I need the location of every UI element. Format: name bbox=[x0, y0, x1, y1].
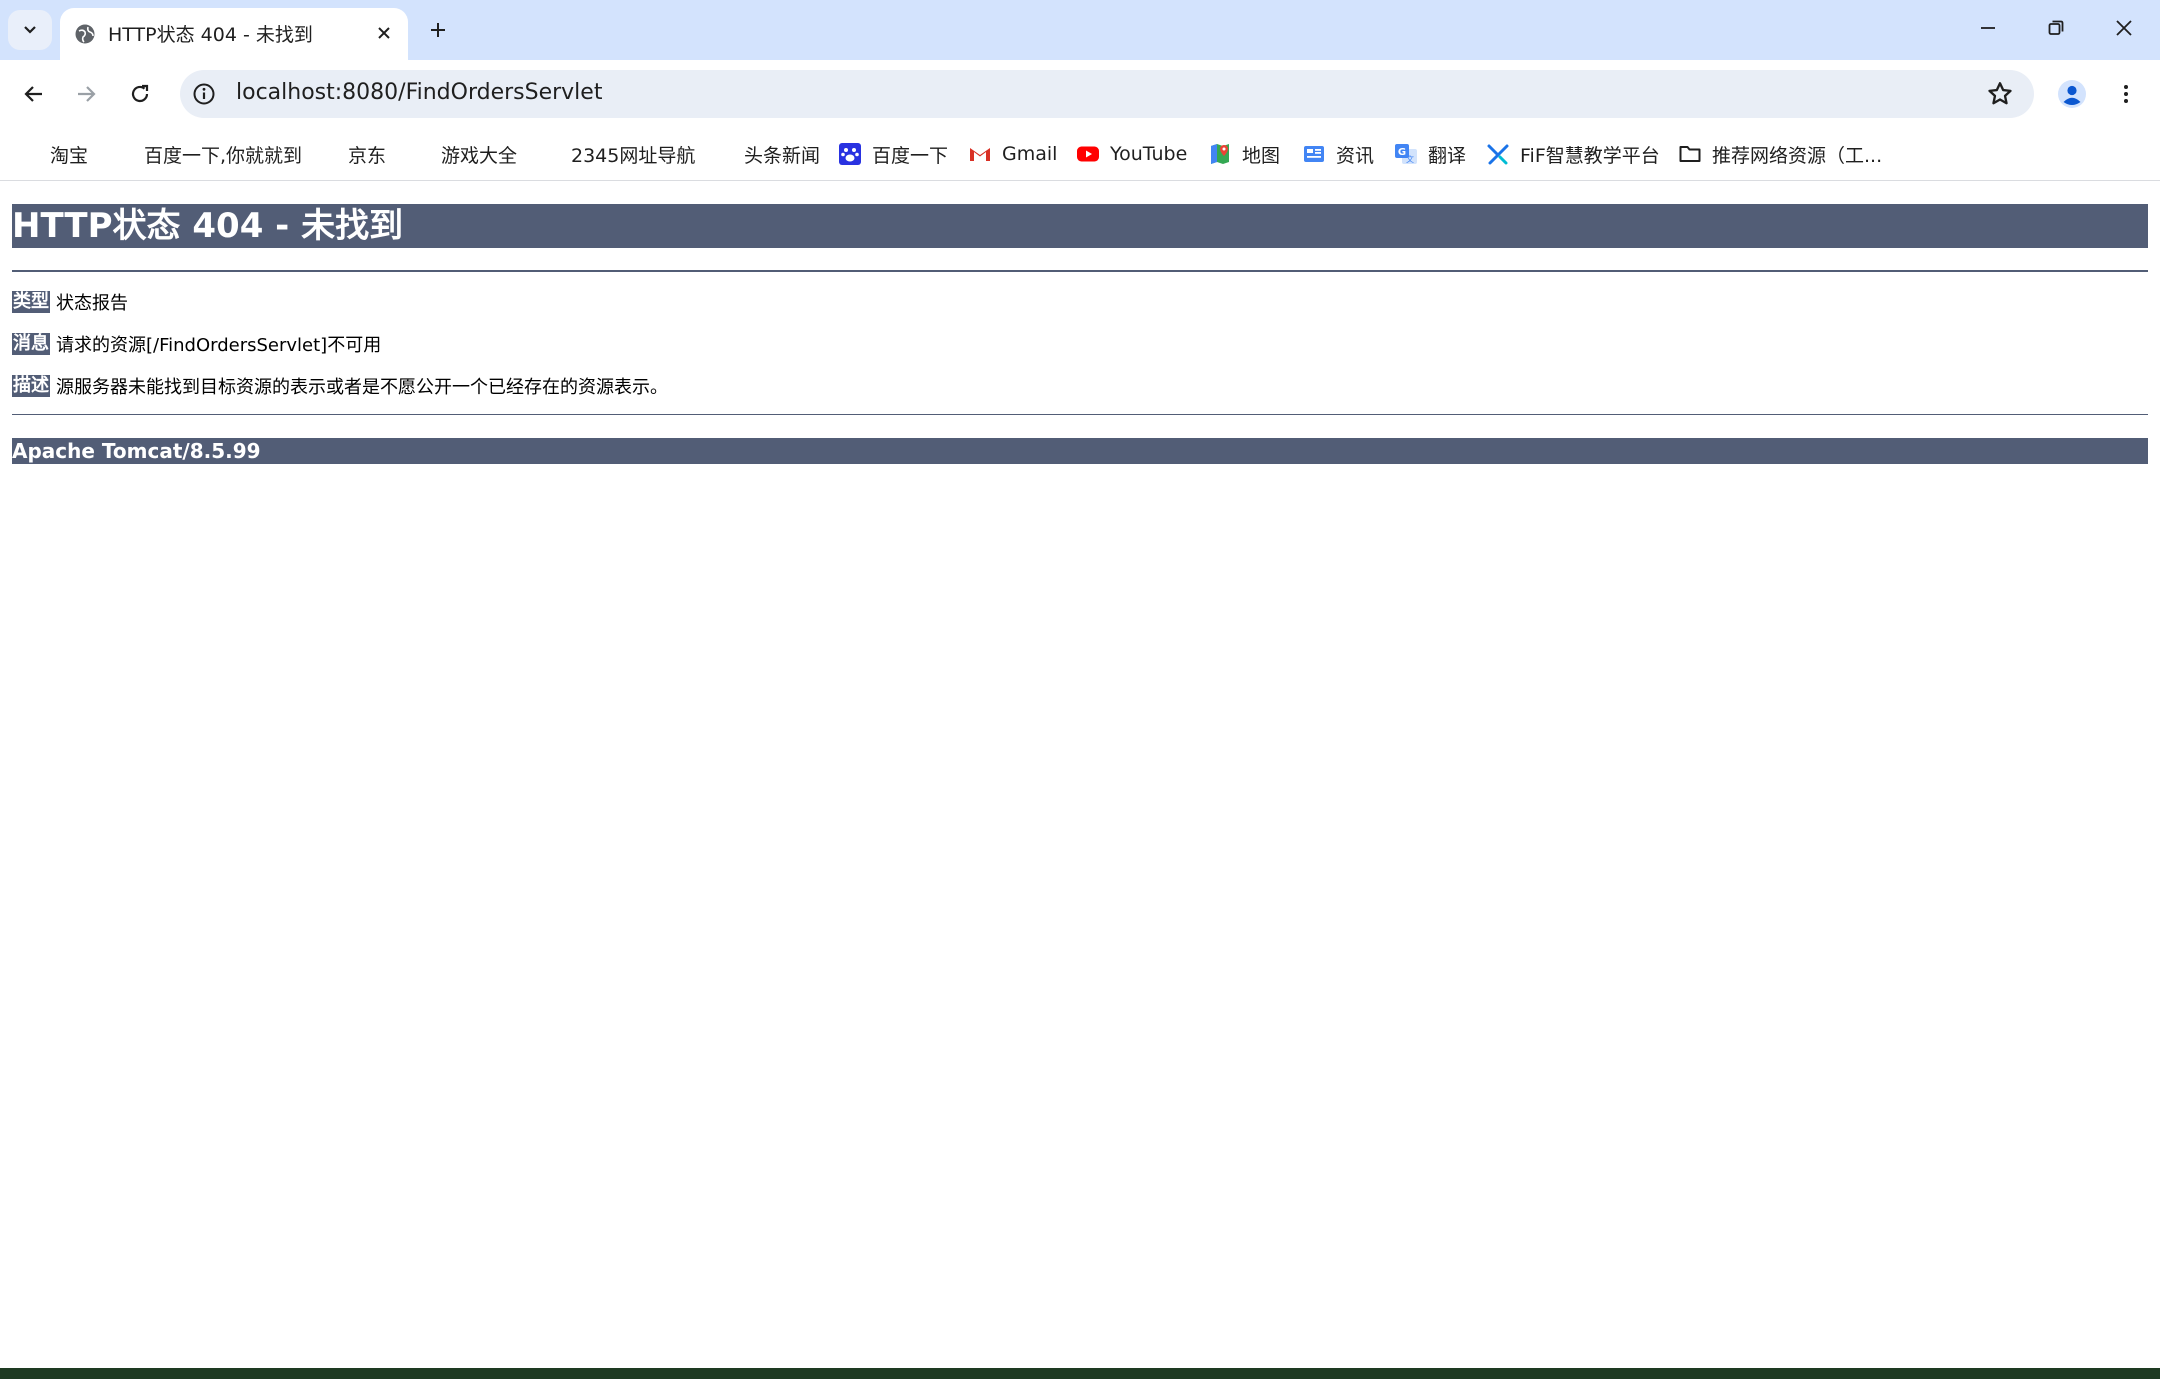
description-row: 描述 源服务器未能找到目标资源的表示或者是不愿公开一个已经存在的资源表示。 bbox=[12, 373, 668, 399]
restore-icon bbox=[2048, 20, 2064, 35]
bookmark-folder-resources[interactable]: 推荐网络资源（工... bbox=[1678, 140, 1882, 168]
bookmark-baidu[interactable]: 百度一下 bbox=[838, 140, 948, 168]
forward-button[interactable] bbox=[66, 74, 106, 114]
arrow-right-icon bbox=[78, 86, 96, 102]
bookmark-news[interactable]: 资讯 bbox=[1302, 140, 1374, 168]
description-value: 源服务器未能找到目标资源的表示或者是不愿公开一个已经存在的资源表示。 bbox=[56, 377, 668, 398]
globe-icon bbox=[75, 24, 95, 44]
arrow-left-icon bbox=[24, 86, 42, 102]
message-label: 消息 bbox=[12, 333, 50, 355]
news-icon bbox=[1302, 142, 1326, 166]
url-text[interactable]: localhost:8080/FindOrdersServlet bbox=[236, 80, 602, 105]
minimize-icon bbox=[1981, 27, 1995, 29]
taskbar-edge bbox=[0, 1368, 2160, 1379]
svg-text:文: 文 bbox=[1406, 154, 1414, 164]
avatar-icon bbox=[2058, 80, 2086, 108]
type-row: 类型 状态报告 bbox=[12, 289, 128, 315]
profile-button[interactable] bbox=[2052, 74, 2092, 114]
bookmark-youtube[interactable]: YouTube bbox=[1076, 140, 1187, 168]
bookmark-star-icon[interactable] bbox=[1986, 80, 2014, 108]
bookmark-translate[interactable]: G 文 翻译 bbox=[1394, 140, 1466, 168]
bookmark-maps[interactable]: 地图 bbox=[1208, 140, 1280, 168]
bookmark-gmail[interactable]: Gmail bbox=[968, 140, 1057, 168]
bookmark-games[interactable]: 游戏大全 bbox=[441, 140, 517, 168]
plus-icon bbox=[431, 23, 445, 37]
reload-icon bbox=[131, 84, 149, 103]
maps-icon bbox=[1208, 142, 1232, 166]
type-label: 类型 bbox=[12, 291, 50, 313]
tab-title: HTTP状态 404 - 未找到 bbox=[108, 24, 313, 46]
gmail-icon bbox=[968, 142, 992, 166]
chevron-down-icon bbox=[24, 26, 36, 34]
svg-text:G: G bbox=[1398, 147, 1406, 158]
baidu-paw-icon bbox=[838, 142, 862, 166]
description-label: 描述 bbox=[12, 375, 50, 397]
new-tab-button[interactable] bbox=[422, 14, 454, 46]
bookmark-toutiao[interactable]: 头条新闻 bbox=[744, 140, 820, 168]
error-heading: HTTP状态 404 - 未找到 bbox=[12, 204, 2148, 248]
message-value: 请求的资源[/FindOrdersServlet]不可用 bbox=[56, 335, 382, 356]
bookmark-fif[interactable]: FiF智慧教学平台 bbox=[1486, 140, 1660, 168]
close-icon bbox=[378, 27, 390, 39]
reload-button[interactable] bbox=[120, 74, 160, 114]
bookmarks-bar: 淘宝 百度一下,你就就到 京东 游戏大全 2345网址导航 头条新闻 百度一下 … bbox=[0, 128, 2160, 181]
divider bbox=[12, 414, 2148, 415]
browser-toolbar: localhost:8080/FindOrdersServlet bbox=[0, 60, 2160, 128]
site-info-icon[interactable] bbox=[192, 82, 216, 106]
type-value: 状态报告 bbox=[56, 293, 128, 314]
close-window-button[interactable] bbox=[2102, 8, 2146, 48]
address-bar[interactable]: localhost:8080/FindOrdersServlet bbox=[180, 70, 2034, 118]
tab-active[interactable]: HTTP状态 404 - 未找到 bbox=[60, 8, 408, 60]
tab-strip: HTTP状态 404 - 未找到 bbox=[0, 0, 2160, 60]
back-button[interactable] bbox=[14, 74, 54, 114]
server-footer: Apache Tomcat/8.5.99 bbox=[12, 438, 2148, 464]
bookmark-taobao[interactable]: 淘宝 bbox=[50, 140, 88, 168]
more-vertical-icon bbox=[2124, 85, 2128, 103]
bookmark-2345[interactable]: 2345网址导航 bbox=[571, 140, 695, 168]
message-row: 消息 请求的资源[/FindOrdersServlet]不可用 bbox=[12, 331, 381, 357]
fif-icon bbox=[1486, 142, 1510, 166]
close-icon bbox=[2116, 20, 2132, 36]
divider bbox=[12, 270, 2148, 272]
tab-search-button[interactable] bbox=[8, 10, 52, 50]
minimize-button[interactable] bbox=[1966, 8, 2010, 48]
folder-icon bbox=[1678, 142, 1702, 166]
translate-icon: G 文 bbox=[1394, 142, 1418, 166]
bookmark-jd[interactable]: 京东 bbox=[348, 140, 386, 168]
page-content: HTTP状态 404 - 未找到 类型 状态报告 消息 请求的资源[/FindO… bbox=[0, 181, 2160, 1368]
bookmark-baidu-search[interactable]: 百度一下,你就就到 bbox=[144, 140, 302, 168]
menu-button[interactable] bbox=[2106, 74, 2146, 114]
youtube-icon bbox=[1076, 142, 1100, 166]
tab-close-button[interactable] bbox=[370, 19, 398, 47]
restore-button[interactable] bbox=[2034, 8, 2078, 48]
